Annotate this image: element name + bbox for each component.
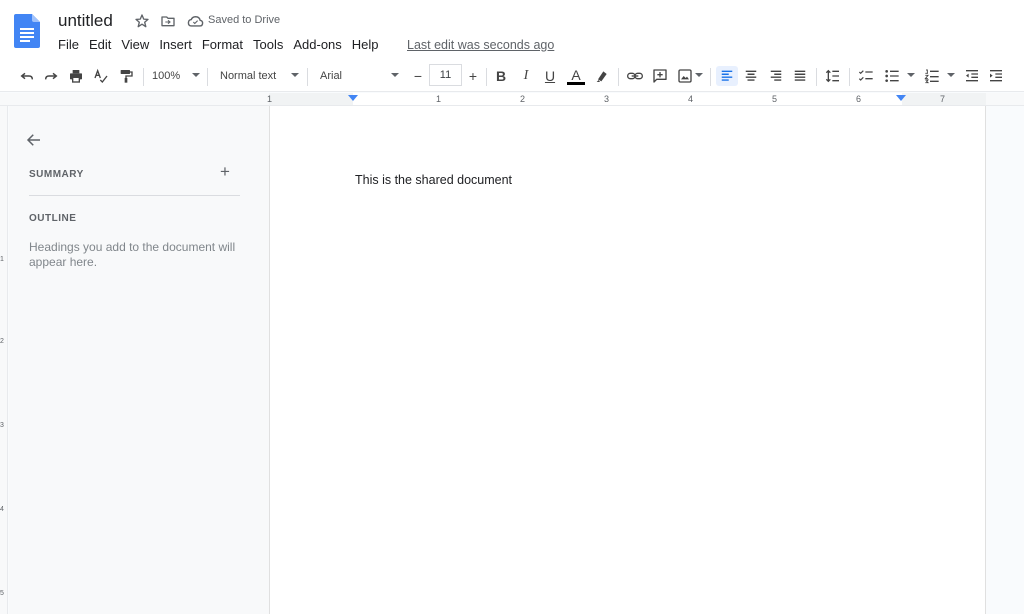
align-center-icon[interactable] <box>742 66 760 86</box>
ruler-number: 3 <box>604 94 610 104</box>
outline-heading: OUTLINE <box>29 213 77 224</box>
horizontal-ruler[interactable]: 1 1 2 3 4 5 6 7 <box>0 93 1024 106</box>
menu-insert[interactable]: Insert <box>155 37 196 53</box>
back-arrow-icon[interactable] <box>25 131 43 149</box>
move-to-folder-icon[interactable] <box>159 12 177 30</box>
ruler-number: 2 <box>520 94 526 104</box>
align-right-icon[interactable] <box>767 66 785 86</box>
increase-font-size-button[interactable]: + <box>465 66 481 86</box>
toolbar-divider <box>207 68 208 86</box>
menu-edit[interactable]: Edit <box>85 37 115 53</box>
bulleted-list-icon[interactable] <box>883 66 901 86</box>
line-spacing-icon[interactable] <box>824 66 842 86</box>
insert-link-icon[interactable] <box>626 66 644 86</box>
ruler-number: 7 <box>940 94 946 104</box>
menu-file[interactable]: File <box>58 37 83 53</box>
right-gutter <box>987 106 1024 614</box>
toolbar-divider <box>816 68 817 86</box>
menu-view[interactable]: View <box>117 37 153 53</box>
toolbar-divider <box>710 68 711 86</box>
insert-image-icon[interactable] <box>676 66 694 86</box>
text-color-label: A <box>571 66 581 83</box>
star-icon[interactable] <box>133 12 151 30</box>
menu-format[interactable]: Format <box>198 37 247 53</box>
chevron-down-icon[interactable] <box>907 73 915 77</box>
undo-icon[interactable] <box>18 66 36 86</box>
increase-indent-icon[interactable] <box>987 66 1005 86</box>
justify-icon[interactable] <box>791 66 809 86</box>
align-left-button[interactable] <box>716 66 738 86</box>
last-edit-link[interactable]: Last edit was seconds ago <box>407 38 554 52</box>
save-status: Saved to Drive <box>208 14 281 26</box>
summary-heading: SUMMARY <box>29 169 84 180</box>
spellcheck-icon[interactable] <box>92 66 110 86</box>
toolbar: 100% Normal text Arial − + B I U A <box>0 60 1024 92</box>
ruler-page-area <box>269 93 986 105</box>
ruler-number: 3 <box>0 422 4 429</box>
toolbar-divider <box>143 68 144 86</box>
paragraph-style-select[interactable]: Normal text <box>220 66 286 86</box>
toolbar-divider <box>486 68 487 86</box>
text-color-button[interactable]: A <box>567 66 585 86</box>
google-docs-window: untitled Saved to Drive File Edit View I… <box>0 0 1024 614</box>
print-icon[interactable] <box>67 66 85 86</box>
ruler-number: 1 <box>267 94 273 104</box>
vertical-ruler[interactable]: 1 2 3 4 5 <box>0 106 8 614</box>
ruler-number: 5 <box>772 94 778 104</box>
align-left-icon <box>721 70 733 81</box>
menu-addons[interactable]: Add-ons <box>289 37 345 53</box>
docs-logo-icon[interactable] <box>14 14 40 48</box>
ruler-number: 1 <box>436 94 442 104</box>
menu-bar: File Edit View Insert Format Tools Add-o… <box>58 37 385 53</box>
outline-divider <box>29 195 240 196</box>
chevron-down-icon[interactable] <box>695 73 703 77</box>
ruler-number: 1 <box>0 256 4 263</box>
numbered-list-icon[interactable] <box>923 66 941 86</box>
menu-help[interactable]: Help <box>348 37 383 53</box>
ruler-number: 4 <box>688 94 694 104</box>
ruler-number: 4 <box>0 506 4 513</box>
font-select[interactable]: Arial <box>320 66 380 86</box>
right-indent-marker[interactable] <box>896 95 906 101</box>
cloud-saved-icon <box>186 12 204 30</box>
add-summary-button[interactable]: + <box>217 163 233 180</box>
underline-button[interactable]: U <box>542 66 558 86</box>
chevron-down-icon[interactable] <box>391 73 399 77</box>
paint-format-icon[interactable] <box>117 66 135 86</box>
header-bar: untitled Saved to Drive File Edit View I… <box>0 0 1024 60</box>
toolbar-divider <box>307 68 308 86</box>
chevron-down-icon[interactable] <box>192 73 200 77</box>
left-indent-marker[interactable] <box>348 95 358 101</box>
zoom-select[interactable]: 100% <box>152 66 186 86</box>
highlight-color-icon[interactable] <box>593 66 611 86</box>
outline-empty-hint: Headings you add to the document will ap… <box>29 240 236 269</box>
document-outline-panel: SUMMARY + OUTLINE Headings you add to th… <box>9 106 269 614</box>
chevron-down-icon[interactable] <box>947 73 955 77</box>
ruler-number: 5 <box>0 590 4 597</box>
text-color-swatch <box>567 81 585 85</box>
ruler-number: 2 <box>0 338 4 345</box>
checklist-icon[interactable] <box>857 66 875 86</box>
toolbar-divider <box>618 68 619 86</box>
ruler-left-margin[interactable] <box>269 93 353 105</box>
chevron-down-icon[interactable] <box>291 73 299 77</box>
font-size-input[interactable]: 11 <box>429 64 462 86</box>
bold-button[interactable]: B <box>493 66 509 86</box>
redo-icon[interactable] <box>42 66 60 86</box>
ruler-number: 6 <box>856 94 862 104</box>
menu-tools[interactable]: Tools <box>249 37 287 53</box>
decrease-font-size-button[interactable]: − <box>410 66 426 86</box>
document-page[interactable]: This is the shared document <box>269 106 986 614</box>
italic-button[interactable]: I <box>518 66 534 86</box>
decrease-indent-icon[interactable] <box>963 66 981 86</box>
insert-comment-icon[interactable] <box>651 66 669 86</box>
document-title[interactable]: untitled <box>58 11 113 31</box>
document-body-text[interactable]: This is the shared document <box>355 173 512 187</box>
toolbar-divider <box>849 68 850 86</box>
